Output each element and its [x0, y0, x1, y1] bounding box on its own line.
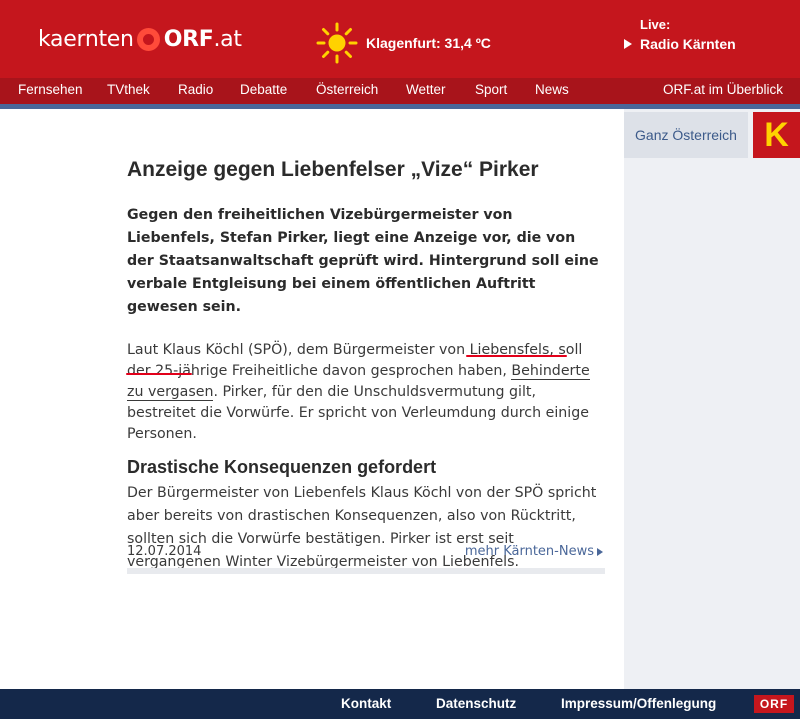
live-radio: Live: Radio Kärnten: [624, 17, 736, 52]
footer-link-impressum[interactable]: Impressum/Offenlegung: [561, 696, 716, 711]
article-meta: 12.07.2014 mehr Kärnten-News: [127, 542, 605, 564]
sun-icon: [316, 22, 358, 64]
ganz-oesterreich-box: Ganz Österreich: [624, 112, 748, 158]
annotation-underline: [466, 355, 567, 357]
footer-link-datenschutz[interactable]: Datenschutz: [436, 696, 516, 711]
sidebar: [624, 109, 800, 689]
annotation-underline: [126, 373, 192, 375]
footer-link-kontakt[interactable]: Kontakt: [341, 696, 391, 711]
site-logo[interactable]: kaernten ORF .at: [38, 24, 242, 54]
main-nav: Fernsehen TVthek Radio Debatte Österreic…: [0, 78, 800, 104]
weather-text: Klagenfurt: 31,4 ºC: [366, 35, 491, 51]
logo-region: kaernten: [38, 26, 134, 52]
nav-item-oesterreich[interactable]: Österreich: [316, 82, 378, 97]
article-subheading: Drastische Konsequenzen gefordert: [127, 457, 437, 477]
article-date: 12.07.2014: [127, 544, 202, 559]
nav-item-fernsehen[interactable]: Fernsehen: [18, 82, 83, 97]
nav-item-overview[interactable]: ORF.at im Überblick: [663, 82, 783, 97]
nav-item-tvthek[interactable]: TVthek: [107, 82, 150, 97]
article: Anzeige gegen Liebenfelser „Vize“ Pirker…: [127, 156, 605, 574]
nav-item-debatte[interactable]: Debatte: [240, 82, 287, 97]
play-arrow-icon: [624, 39, 632, 49]
nav-item-wetter[interactable]: Wetter: [406, 82, 446, 97]
nav-item-sport[interactable]: Sport: [475, 82, 507, 97]
nav-item-news[interactable]: News: [535, 82, 569, 97]
article-title: Anzeige gegen Liebenfelser „Vize“ Pirker: [127, 158, 539, 181]
nav-item-radio[interactable]: Radio: [178, 82, 213, 97]
arrow-right-icon: [597, 547, 603, 556]
live-station: Radio Kärnten: [640, 36, 736, 52]
more-news-link[interactable]: mehr Kärnten-News: [465, 544, 603, 559]
orf-ring-icon: [136, 27, 160, 51]
weather-widget[interactable]: Klagenfurt: 31,4 ºC: [316, 22, 491, 64]
more-news-label: mehr Kärnten-News: [464, 544, 594, 559]
live-radio-link[interactable]: Radio Kärnten: [624, 36, 736, 52]
article-divider: [127, 568, 605, 574]
k-letter: K: [764, 116, 789, 154]
ganz-oesterreich-link[interactable]: Ganz Österreich: [635, 127, 737, 143]
logo-suffix: .at: [213, 26, 242, 52]
live-label: Live:: [640, 17, 671, 32]
article-lead: Gegen den freiheitlichen Vizebürgermeist…: [127, 207, 599, 315]
kaernten-k-badge[interactable]: K: [753, 112, 800, 158]
orf-footer-badge[interactable]: ORF: [754, 695, 794, 713]
orf-footer-label: ORF: [759, 697, 789, 711]
site-footer: Kontakt Datenschutz Impressum/Offenlegun…: [0, 689, 800, 719]
logo-brand: ORF: [163, 26, 214, 52]
